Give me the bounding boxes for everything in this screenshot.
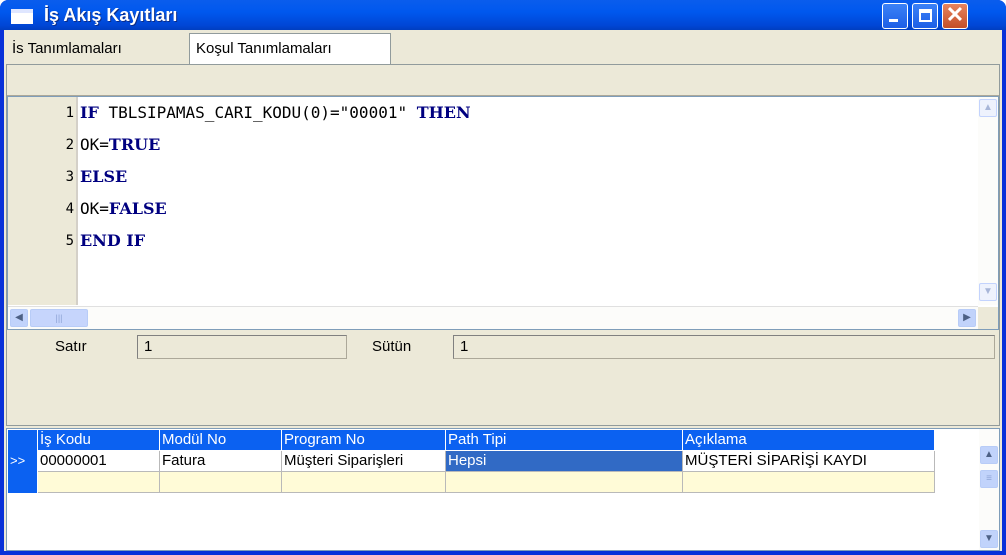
close-button[interactable]: ✕ <box>942 2 968 29</box>
tab-kosul-tanimlamalari[interactable]: Koşul Tanımlamaları <box>189 33 391 65</box>
new-row-cell[interactable] <box>282 472 446 493</box>
new-row-indicator[interactable] <box>8 472 38 493</box>
header-indicator-cell <box>8 430 38 451</box>
column-header-is-kodu[interactable]: İş Kodu <box>38 430 160 451</box>
cell-program-no[interactable]: Müşteri Siparişleri <box>282 451 446 472</box>
column-label: Sütün <box>372 338 412 355</box>
line-number: 4 <box>65 201 74 217</box>
code-keyword: TRUE <box>108 135 161 154</box>
code-text: OK= <box>80 135 109 154</box>
new-row-cell[interactable] <box>160 472 282 493</box>
new-row-cell[interactable] <box>683 472 935 493</box>
row-value-field: 1 <box>137 335 347 359</box>
code-keyword: ELSE <box>80 167 128 186</box>
app-window: İş Akış Kayıtları ✕ İs Tanımlamaları Koş… <box>0 0 1006 555</box>
code-keyword: END IF <box>80 231 146 250</box>
line-number: 3 <box>65 169 74 185</box>
scrollbar-corner <box>978 307 998 329</box>
cell-aciklama[interactable]: MÜŞTERİ SİPARİŞİ KAYDI <box>683 451 935 472</box>
row-label: Satır <box>55 338 87 355</box>
column-header-aciklama[interactable]: Açıklama <box>683 430 935 451</box>
new-row-cell[interactable] <box>38 472 160 493</box>
code-keyword: FALSE <box>108 199 167 218</box>
records-grid[interactable]: İş Kodu Modül No Program No Path Tipi Aç… <box>6 428 1000 551</box>
scroll-left-icon[interactable]: ◀ <box>10 309 28 327</box>
code-editor[interactable]: 1 2 3 4 5 IF TBLSIPAMAS_CARI_KODU(0)="00… <box>7 96 999 330</box>
window-icon[interactable] <box>11 9 33 24</box>
code-line[interactable]: OK=FALSE <box>80 193 167 225</box>
column-value-field: 1 <box>453 335 995 359</box>
cell-is-kodu[interactable]: 00000001 <box>38 451 160 472</box>
tab-strip: İs Tanımlamaları Koşul Tanımlamaları <box>6 33 1000 65</box>
code-line[interactable]: IF TBLSIPAMAS_CARI_KODU(0)="00001" THEN <box>80 97 471 129</box>
tab-is-tanimlamalari[interactable]: İs Tanımlamaları <box>6 35 185 63</box>
row-indicator[interactable]: >> <box>8 451 38 472</box>
code-line[interactable]: END IF <box>80 225 145 257</box>
code-line[interactable]: OK=TRUE <box>80 129 160 161</box>
title-bar[interactable]: İş Akış Kayıtları ✕ <box>0 0 1006 30</box>
line-number: 5 <box>65 233 74 249</box>
scroll-up-icon[interactable]: ▲ <box>979 99 997 117</box>
column-header-modul-no[interactable]: Modül No <box>160 430 282 451</box>
new-row-cell[interactable] <box>446 472 683 493</box>
code-line[interactable]: ELSE <box>80 161 127 193</box>
scroll-down-icon[interactable]: ▼ <box>979 283 997 301</box>
editor-status-bar: Satır 1 Sütün 1 <box>7 332 999 362</box>
window-title: İş Akış Kayıtları <box>44 5 178 25</box>
line-number-gutter: 1 2 3 4 5 <box>8 97 78 305</box>
line-number: 1 <box>65 105 74 121</box>
scroll-down-icon[interactable]: ▼ <box>980 530 998 548</box>
line-number: 2 <box>65 137 74 153</box>
maximize-icon <box>919 9 932 22</box>
client-area: İs Tanımlamaları Koşul Tanımlamaları 1 2… <box>4 30 1002 551</box>
code-keyword: THEN <box>416 103 471 122</box>
column-header-path-tipi[interactable]: Path Tipi <box>446 430 683 451</box>
grid-vertical-scrollbar[interactable]: ▲ ≡ ▼ <box>979 429 999 550</box>
code-text: OK= <box>80 199 109 218</box>
horizontal-scroll-thumb[interactable]: ||| <box>30 309 88 327</box>
minimize-button[interactable] <box>882 3 908 29</box>
editor-vertical-scrollbar[interactable]: ▲ ▼ <box>978 97 998 305</box>
maximize-button[interactable] <box>912 3 938 29</box>
tab-panel: 1 2 3 4 5 IF TBLSIPAMAS_CARI_KODU(0)="00… <box>6 64 1000 426</box>
panel-toolbar-strip <box>7 65 999 96</box>
minimize-icon <box>889 19 898 22</box>
cell-path-tipi[interactable]: Hepsi <box>446 451 683 472</box>
column-header-program-no[interactable]: Program No <box>282 430 446 451</box>
scroll-right-icon[interactable]: ▶ <box>958 309 976 327</box>
code-keyword: IF <box>80 103 99 122</box>
editor-horizontal-scrollbar[interactable]: ◀ ||| ▶ <box>8 306 978 329</box>
vertical-scroll-thumb[interactable]: ≡ <box>980 470 998 488</box>
close-icon: ✕ <box>945 2 965 27</box>
scroll-up-icon[interactable]: ▲ <box>980 446 998 464</box>
code-text: TBLSIPAMAS_CARI_KODU(0)="00001" <box>98 103 417 122</box>
cell-modul-no[interactable]: Fatura <box>160 451 282 472</box>
